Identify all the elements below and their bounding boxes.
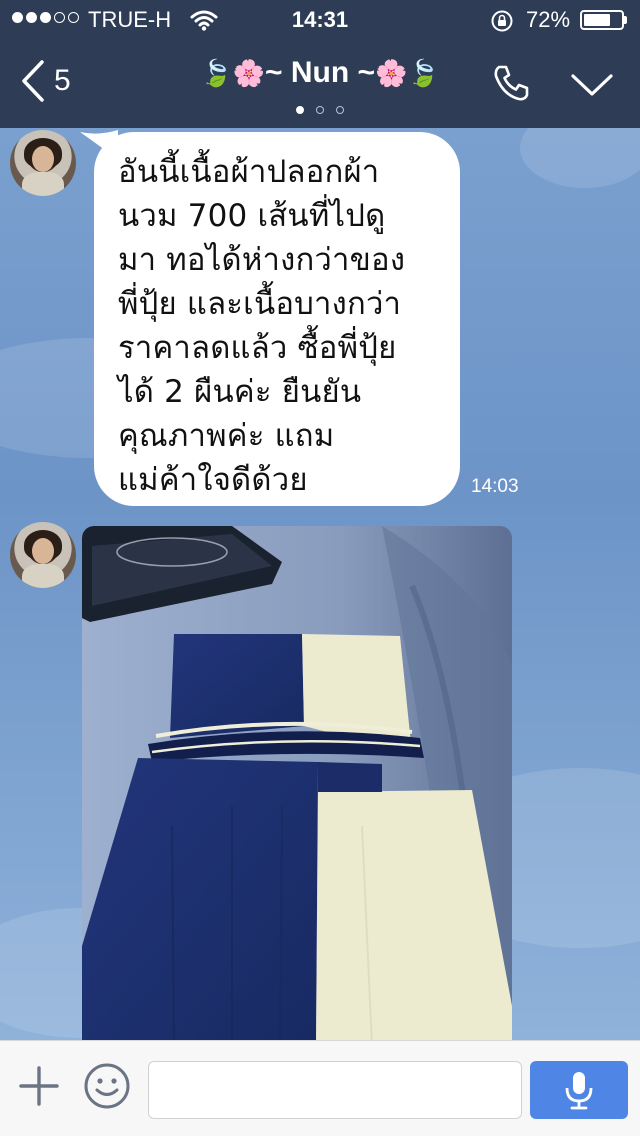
sender-avatar[interactable] [10, 130, 76, 196]
photo-message[interactable] [82, 526, 512, 1046]
title-decoration-left: 🍃🌸 [200, 58, 265, 88]
sender-avatar[interactable] [10, 522, 76, 588]
message-input[interactable] [148, 1061, 522, 1119]
chat-header: TRUE-H 14:31 72% 5 🍃🌸~ Nun ~🌸🍃 [0, 0, 640, 128]
battery-level [584, 14, 610, 26]
message-text-line: มา ทอได้ห่างกว่าของ [118, 242, 406, 278]
message-timestamp: 14:03 [471, 476, 519, 497]
chat-title[interactable]: 🍃🌸~ Nun ~🌸🍃 [0, 56, 640, 90]
message-bubble[interactable]: อันนี้เนื้อผ้าปลอกผ้านวม 700 เส้นที่ไปดู… [94, 132, 460, 506]
plus-icon[interactable] [18, 1065, 60, 1107]
battery-cap [624, 16, 627, 24]
smiley-icon[interactable] [82, 1061, 132, 1111]
page-dot [336, 106, 344, 114]
page-dot [316, 106, 324, 114]
battery-icon [580, 10, 624, 30]
title-decoration-right: 🌸🍃 [375, 58, 440, 88]
phone-icon[interactable] [490, 62, 532, 104]
chevron-down-icon[interactable] [570, 70, 614, 100]
message-text-line: แม่ค้าใจดีด้วย [118, 462, 308, 498]
input-bar [0, 1040, 640, 1136]
page-dot [296, 106, 304, 114]
message-text-line: ได้ 2 ผืนค่ะ ยืนยัน [118, 374, 362, 410]
status-bar: TRUE-H 14:31 72% [0, 0, 640, 40]
rotation-lock-icon [491, 10, 513, 32]
voice-button[interactable] [530, 1061, 628, 1119]
page-indicator [0, 106, 640, 114]
message-text-line: คุณภาพค่ะ แถม [118, 418, 335, 454]
contact-name: ~ Nun ~ [264, 56, 376, 89]
bedding-photo [82, 526, 512, 1046]
battery-percent: 72% [526, 7, 571, 32]
message-text-line: อันนี้เนื้อผ้าปลอกผ้า [118, 154, 380, 190]
message-text-line: นวม 700 เส้นที่ไปดู [118, 198, 386, 234]
background-cloud [520, 128, 640, 188]
message-text-line: ราคาลดแล้ว ซื้อพี่ปุ้ย [118, 330, 397, 366]
microphone-icon [565, 1072, 593, 1110]
message-text-line: พี่ปุ้ย และเนื้อบางกว่า [118, 286, 402, 322]
